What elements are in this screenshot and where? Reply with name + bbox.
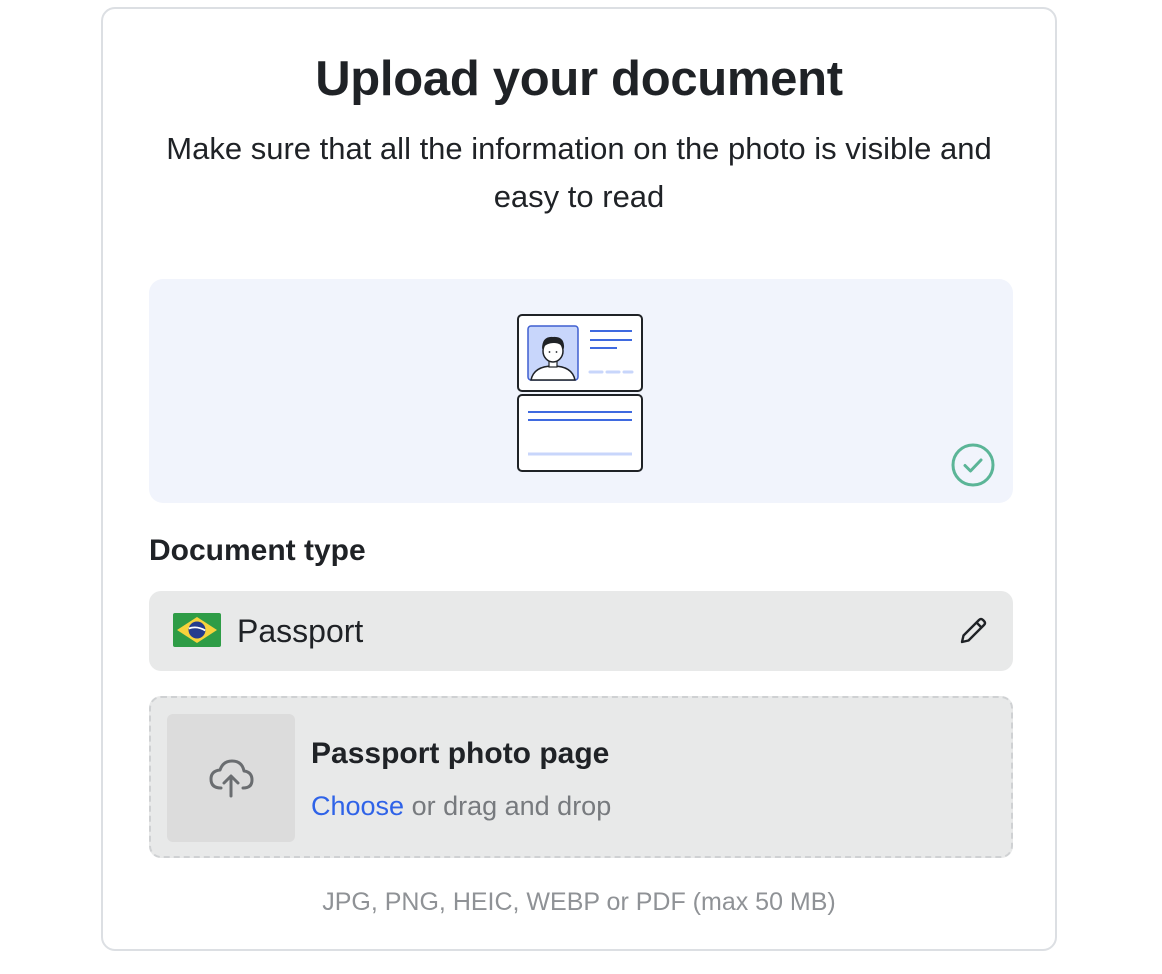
- check-circle-icon: [951, 443, 995, 487]
- file-format-hint: JPG, PNG, HEIC, WEBP or PDF (max 50 MB): [322, 888, 836, 916]
- brazil-flag-icon: [173, 613, 221, 647]
- passport-upload-dropzone[interactable]: Passport photo page Choose or drag and d…: [149, 696, 1013, 858]
- document-illustration-panel: [149, 279, 1013, 503]
- cloud-upload-icon: [209, 759, 254, 798]
- document-type-select[interactable]: Passport: [149, 591, 1013, 671]
- id-document-illustration: [517, 314, 643, 472]
- upload-title: Passport photo page: [311, 737, 610, 770]
- page-title: Upload your document: [315, 52, 843, 106]
- upload-card: Upload your document Make sure that all …: [101, 7, 1057, 951]
- document-type-label: Document type: [149, 534, 366, 567]
- document-type-value: Passport: [237, 613, 364, 649]
- pencil-icon[interactable]: [955, 613, 991, 649]
- upload-tile[interactable]: [167, 714, 295, 842]
- page-subtitle: Make sure that all the information on th…: [166, 131, 992, 214]
- drag-drop-text: or drag and drop: [404, 791, 612, 821]
- choose-file-link[interactable]: Choose: [311, 791, 404, 821]
- upload-instructions: Choose or drag and drop: [311, 788, 611, 824]
